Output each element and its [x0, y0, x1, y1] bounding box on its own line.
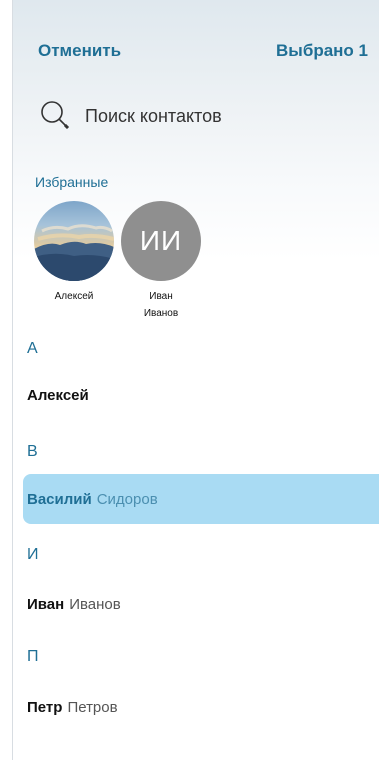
section-letter: А: [27, 340, 38, 357]
avatar: ИИ: [121, 201, 201, 281]
favorites-title: Избранные: [35, 174, 109, 190]
section-letter: И: [27, 546, 39, 563]
favorite-contact[interactable]: Алексей: [34, 201, 114, 305]
contact-first-name: Алексей: [27, 386, 89, 404]
avatar-initials: ИИ: [139, 225, 183, 256]
contact-first-name: Василий: [27, 490, 92, 508]
top-bar: Отменить Выбрано 1: [13, 0, 379, 100]
contact-row[interactable]: Иван Иванов: [23, 579, 379, 629]
section-letter: В: [27, 443, 38, 460]
favorite-contact[interactable]: ИИ Иван Иванов: [121, 201, 201, 322]
contact-last-name: Петров: [67, 698, 118, 716]
search-icon: [41, 101, 70, 130]
selected-count-label: Выбрано 1: [276, 41, 368, 60]
avatar-photo-icon: [34, 224, 114, 281]
contact-row-selected[interactable]: Василий Сидоров: [23, 474, 379, 524]
contact-first-name: Петр: [27, 698, 63, 716]
contact-first-name: Иван: [27, 595, 65, 613]
contact-last-name: Сидоров: [96, 490, 158, 508]
favorite-contact-name: Алексей: [54, 291, 94, 302]
avatar: [34, 201, 114, 281]
contact-last-name: Иванов: [69, 595, 121, 613]
search-placeholder: Поиск контактов: [85, 105, 222, 126]
section-letter: П: [27, 648, 39, 665]
contact-picker-panel: Отменить Выбрано 1 Поиск контактов Избра…: [12, 0, 379, 760]
search-contacts-field[interactable]: Поиск контактов: [39, 96, 359, 136]
favorite-contact-name: Иван Иванов: [143, 291, 179, 319]
cancel-button[interactable]: Отменить: [38, 41, 121, 61]
contact-row[interactable]: Алексей: [23, 370, 379, 420]
contact-row[interactable]: Петр Петров: [23, 682, 379, 732]
